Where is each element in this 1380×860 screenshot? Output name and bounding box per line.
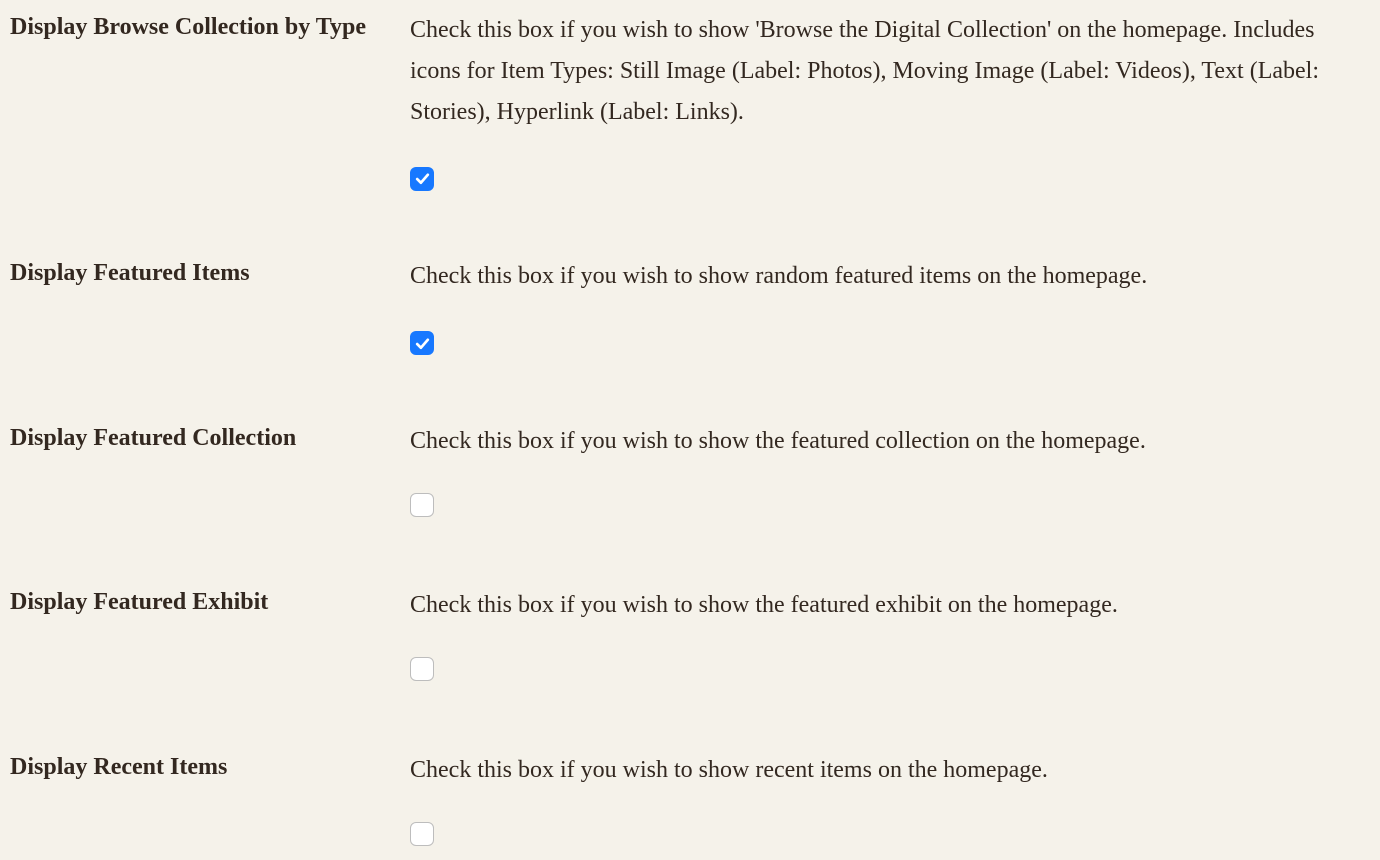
checkbox-checked-icon (410, 331, 434, 355)
setting-label: Display Featured Exhibit (10, 585, 410, 620)
checkbox-browse-collection-by-type[interactable] (410, 167, 434, 191)
setting-label: Display Featured Collection (10, 421, 410, 456)
setting-description: Check this box if you wish to show rando… (410, 256, 1360, 297)
setting-description: Check this box if you wish to show the f… (410, 421, 1360, 462)
setting-content: Check this box if you wish to show recen… (410, 750, 1360, 860)
setting-label: Display Recent Items (10, 750, 410, 785)
checkbox-unchecked-icon (410, 657, 434, 681)
checkbox-unchecked-icon (410, 822, 434, 846)
setting-row-featured-collection: Display Featured Collection Check this b… (10, 421, 1360, 531)
checkbox-featured-collection[interactable] (410, 493, 434, 517)
setting-row-featured-items: Display Featured Items Check this box if… (10, 256, 1360, 366)
setting-content: Check this box if you wish to show the f… (410, 585, 1360, 695)
setting-label: Display Browse Collection by Type (10, 10, 410, 45)
setting-row-browse-collection-by-type: Display Browse Collection by Type Check … (10, 10, 1360, 201)
setting-label: Display Featured Items (10, 256, 410, 291)
setting-row-featured-exhibit: Display Featured Exhibit Check this box … (10, 585, 1360, 695)
checkbox-unchecked-icon (410, 493, 434, 517)
checkbox-featured-exhibit[interactable] (410, 657, 434, 681)
setting-content: Check this box if you wish to show rando… (410, 256, 1360, 366)
checkbox-featured-items[interactable] (410, 331, 434, 355)
setting-content: Check this box if you wish to show 'Brow… (410, 10, 1360, 201)
setting-description: Check this box if you wish to show 'Brow… (410, 10, 1360, 132)
setting-row-recent-items: Display Recent Items Check this box if y… (10, 750, 1360, 860)
checkbox-checked-icon (410, 167, 434, 191)
setting-content: Check this box if you wish to show the f… (410, 421, 1360, 531)
setting-description: Check this box if you wish to show recen… (410, 750, 1360, 791)
setting-description: Check this box if you wish to show the f… (410, 585, 1360, 626)
checkbox-recent-items[interactable] (410, 822, 434, 846)
